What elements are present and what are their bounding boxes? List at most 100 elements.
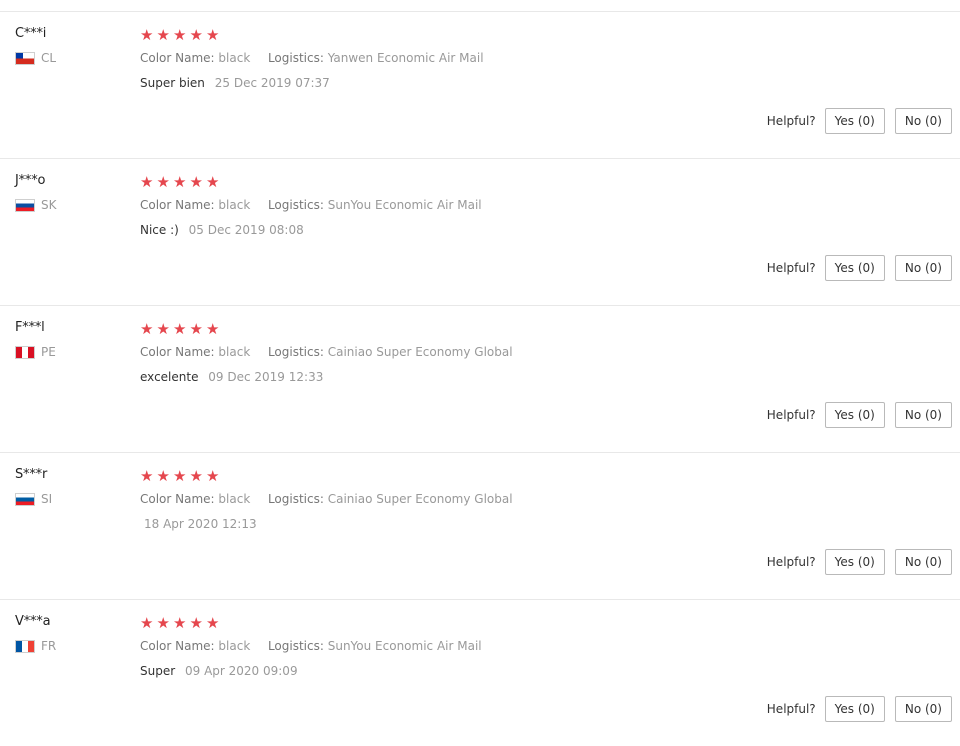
review-content: ★ ★ ★ ★ ★ Color Name: black Logistics: C…: [140, 468, 513, 532]
color-name-label: Color Name:: [140, 639, 215, 653]
reviewer-info: J***o SK: [15, 173, 57, 212]
helpful-vote: Helpful? Yes (0) No (0): [767, 108, 952, 134]
star-rating: ★ ★ ★ ★ ★: [140, 321, 513, 337]
star-icon: ★: [189, 614, 203, 632]
helpful-label: Helpful?: [766, 114, 816, 128]
review-date: 09 Dec 2019 12:33: [208, 370, 324, 384]
review-feedback: Super 09 Apr 2020 09:09: [140, 663, 482, 679]
yes-button[interactable]: Yes (0): [824, 255, 885, 281]
review-date: 18 Apr 2020 12:13: [144, 517, 257, 531]
star-icon: ★: [173, 467, 187, 485]
review-text: Super: [140, 664, 176, 678]
reviewer-name: S***r: [15, 467, 48, 482]
star-icon: ★: [189, 26, 203, 44]
review-item: V***a FR ★ ★ ★ ★ ★ Color Name: black Log…: [0, 599, 960, 746]
slovakia-flag-icon: [15, 198, 35, 212]
review-date: 09 Apr 2020 09:09: [184, 664, 298, 678]
review-item: C***i CL ★ ★ ★ ★ ★ Color Name: black Log…: [0, 11, 960, 158]
color-name-value: black: [218, 492, 251, 506]
logistics-value: Cainiao Super Economy Global: [327, 345, 513, 359]
star-icon: ★: [173, 614, 187, 632]
color-name-label: Color Name:: [140, 198, 215, 212]
color-name-value: black: [218, 51, 251, 65]
reviewer-info: F***l PE: [15, 320, 56, 359]
helpful-label: Helpful?: [766, 555, 816, 569]
color-name-value: black: [218, 198, 251, 212]
country-code: CL: [41, 51, 57, 65]
no-button[interactable]: No (0): [894, 255, 952, 281]
helpful-label: Helpful?: [766, 702, 816, 716]
country-code: SK: [41, 198, 57, 212]
country-code: FR: [41, 639, 57, 653]
star-icon: ★: [140, 320, 154, 338]
product-attributes: Color Name: black Logistics: Yanwen Econ…: [140, 50, 484, 66]
logistics-label: Logistics:: [267, 51, 324, 65]
logistics-label: Logistics:: [267, 345, 324, 359]
color-name-label: Color Name:: [140, 345, 215, 359]
star-icon: ★: [206, 173, 220, 191]
star-icon: ★: [173, 173, 187, 191]
review-content: ★ ★ ★ ★ ★ Color Name: black Logistics: S…: [140, 615, 482, 679]
star-icon: ★: [206, 614, 220, 632]
reviewer-info: C***i CL: [15, 26, 56, 65]
color-name-value: black: [218, 639, 251, 653]
country-code: SI: [41, 492, 53, 506]
star-icon: ★: [206, 467, 220, 485]
reviewer-name: J***o: [15, 173, 46, 188]
star-icon: ★: [156, 614, 170, 632]
star-rating: ★ ★ ★ ★ ★: [140, 468, 513, 484]
star-icon: ★: [189, 173, 203, 191]
yes-button[interactable]: Yes (0): [824, 402, 885, 428]
review-content: ★ ★ ★ ★ ★ Color Name: black Logistics: C…: [140, 321, 513, 385]
star-icon: ★: [156, 467, 170, 485]
country-code: PE: [41, 345, 56, 359]
product-attributes: Color Name: black Logistics: Cainiao Sup…: [140, 491, 513, 507]
product-attributes: Color Name: black Logistics: Cainiao Sup…: [140, 344, 513, 360]
yes-button[interactable]: Yes (0): [824, 108, 885, 134]
color-name-value: black: [218, 345, 251, 359]
reviewer-country: PE: [15, 345, 56, 359]
reviewer-country: SI: [15, 492, 52, 506]
star-icon: ★: [156, 26, 170, 44]
review-feedback: Super bien 25 Dec 2019 07:37: [140, 75, 484, 91]
star-icon: ★: [173, 320, 187, 338]
logistics-label: Logistics:: [267, 198, 324, 212]
reviewer-info: V***a FR: [15, 614, 56, 653]
star-icon: ★: [189, 320, 203, 338]
star-icon: ★: [140, 467, 154, 485]
helpful-label: Helpful?: [766, 408, 816, 422]
no-button[interactable]: No (0): [894, 696, 952, 722]
no-button[interactable]: No (0): [894, 402, 952, 428]
helpful-vote: Helpful? Yes (0) No (0): [767, 255, 952, 281]
review-content: ★ ★ ★ ★ ★ Color Name: black Logistics: Y…: [140, 27, 484, 91]
chile-flag-icon: [15, 51, 35, 65]
reviewer-country: FR: [15, 639, 56, 653]
star-icon: ★: [173, 26, 187, 44]
review-feedback: excelente 09 Dec 2019 12:33: [140, 369, 513, 385]
review-item: S***r SI ★ ★ ★ ★ ★ Color Name: black Log…: [0, 452, 960, 599]
yes-button[interactable]: Yes (0): [824, 696, 885, 722]
helpful-vote: Helpful? Yes (0) No (0): [767, 549, 952, 575]
star-icon: ★: [140, 614, 154, 632]
reviewer-name: F***l: [15, 320, 45, 335]
helpful-vote: Helpful? Yes (0) No (0): [767, 402, 952, 428]
review-text: excelente: [140, 370, 199, 384]
yes-button[interactable]: Yes (0): [824, 549, 885, 575]
review-date: 25 Dec 2019 07:37: [214, 76, 330, 90]
review-date: 05 Dec 2019 08:08: [188, 223, 304, 237]
logistics-label: Logistics:: [267, 492, 324, 506]
color-name-label: Color Name:: [140, 492, 215, 506]
star-rating: ★ ★ ★ ★ ★: [140, 174, 482, 190]
star-rating: ★ ★ ★ ★ ★: [140, 27, 484, 43]
reviewer-country: SK: [15, 198, 57, 212]
no-button[interactable]: No (0): [894, 108, 952, 134]
review-text: Super bien: [140, 76, 205, 90]
review-item: F***l PE ★ ★ ★ ★ ★ Color Name: black Log…: [0, 305, 960, 452]
helpful-label: Helpful?: [766, 261, 816, 275]
reviewer-info: S***r SI: [15, 467, 52, 506]
slovenia-flag-icon: [15, 492, 35, 506]
star-rating: ★ ★ ★ ★ ★: [140, 615, 482, 631]
no-button[interactable]: No (0): [894, 549, 952, 575]
review-list: C***i CL ★ ★ ★ ★ ★ Color Name: black Log…: [0, 11, 960, 746]
review-feedback: 18 Apr 2020 12:13: [140, 516, 513, 532]
